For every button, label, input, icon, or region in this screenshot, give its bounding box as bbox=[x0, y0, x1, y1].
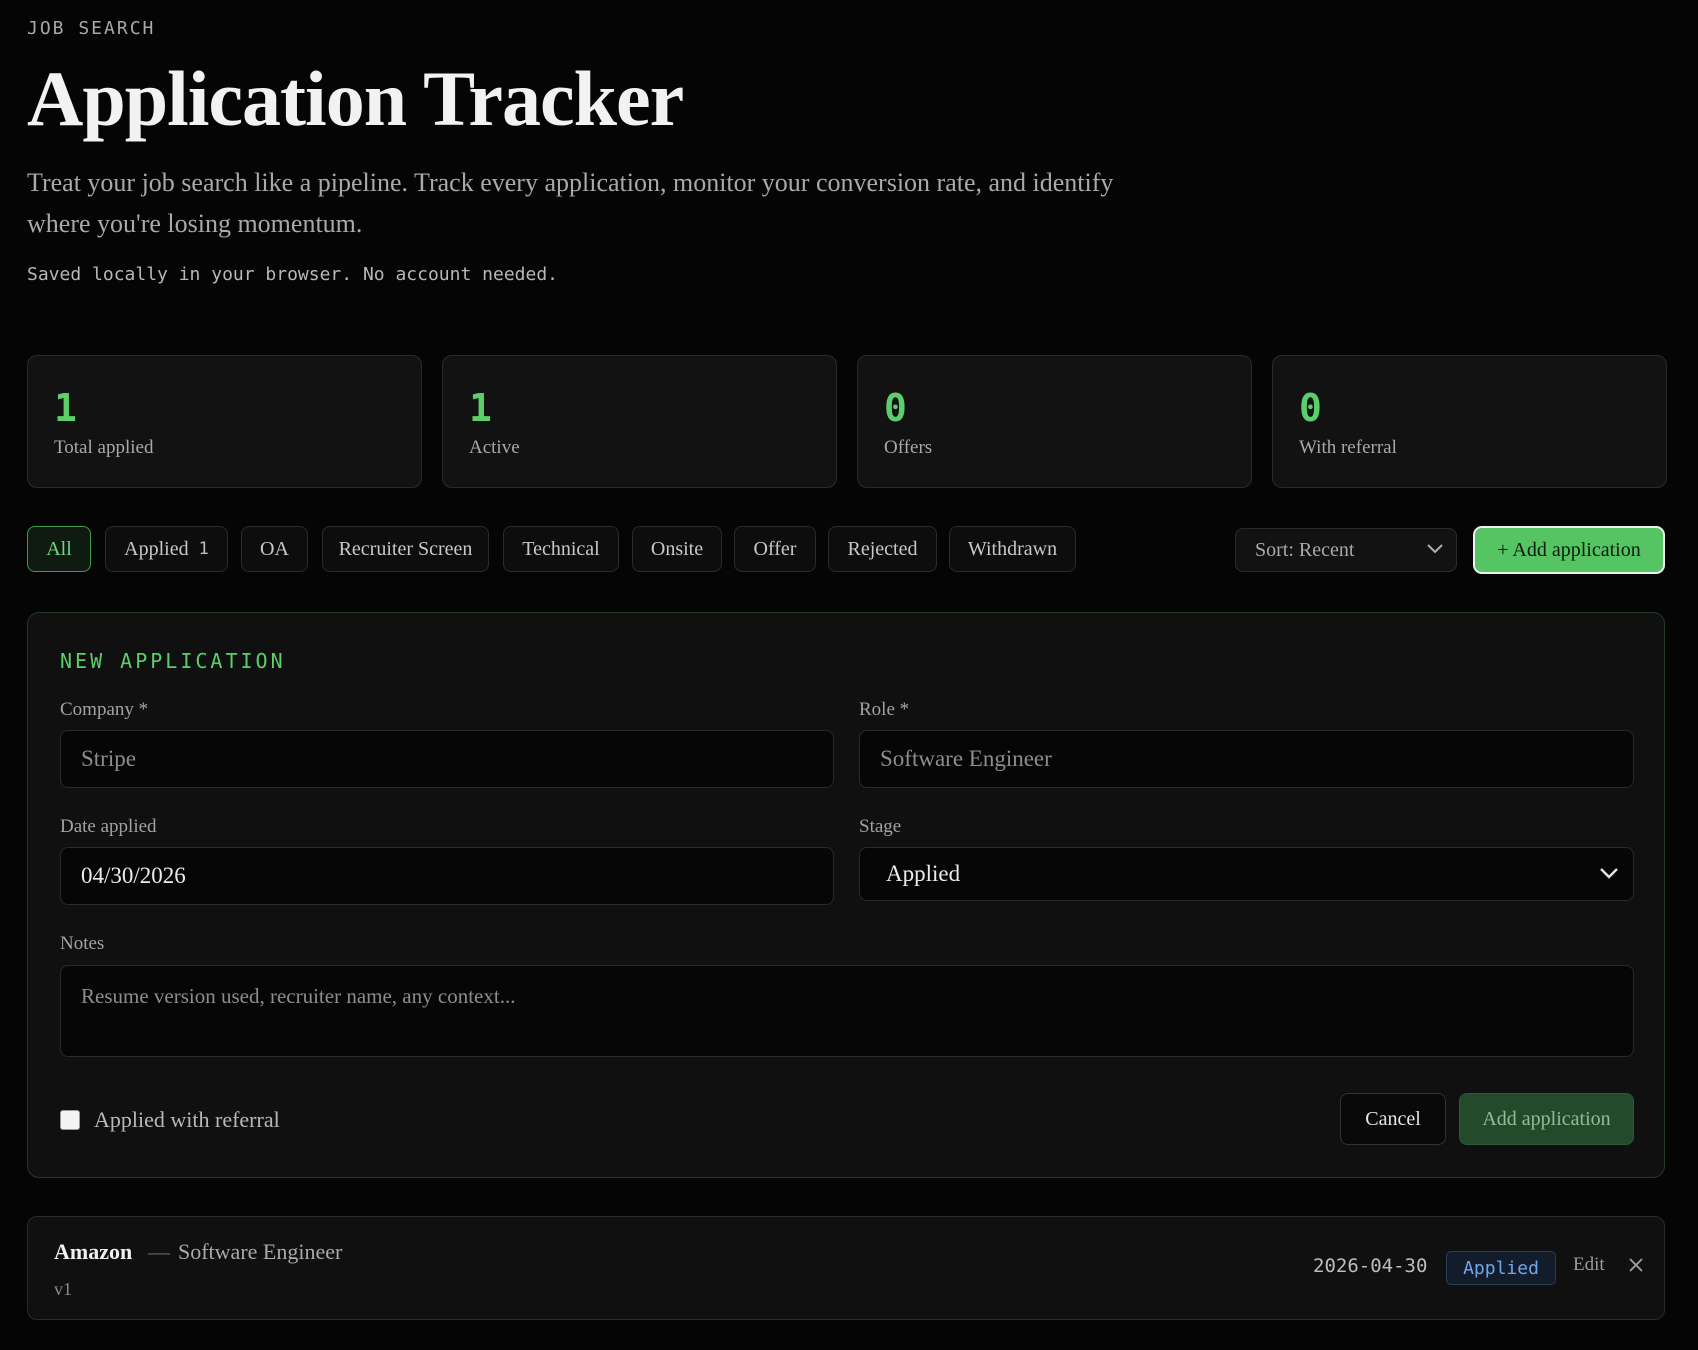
stat-label: Total applied bbox=[54, 437, 154, 458]
role-label: Role * bbox=[859, 699, 910, 720]
date-label: Date applied bbox=[60, 816, 157, 837]
stat-value: 0 bbox=[884, 386, 907, 430]
application-company: Amazon bbox=[54, 1239, 133, 1264]
application-row[interactable]: Amazon — Software Engineer v1 2026-04-30… bbox=[27, 1216, 1665, 1320]
sort-label: Sort: Recent bbox=[1255, 538, 1355, 561]
application-separator: — bbox=[148, 1239, 170, 1264]
filter-label: All bbox=[46, 537, 72, 560]
page-title: Application Tracker bbox=[27, 55, 684, 142]
add-application-button[interactable]: + Add application bbox=[1473, 526, 1665, 574]
application-role: Software Engineer bbox=[178, 1239, 343, 1264]
filter-label: Rejected bbox=[847, 537, 918, 560]
notes-textarea[interactable]: Resume version used, recruiter name, any… bbox=[60, 965, 1634, 1057]
filter-all[interactable]: All bbox=[27, 526, 91, 572]
close-icon[interactable] bbox=[1628, 1257, 1644, 1273]
role-input[interactable]: Software Engineer bbox=[859, 730, 1634, 788]
filter-count: 1 bbox=[198, 539, 209, 559]
filter-label: Offer bbox=[753, 537, 797, 560]
filter-label: Withdrawn bbox=[967, 537, 1058, 560]
filter-rejected[interactable]: Rejected bbox=[828, 526, 937, 572]
filter-label: OA bbox=[260, 537, 289, 560]
stat-value: 1 bbox=[54, 386, 77, 430]
filter-label: Onsite bbox=[650, 537, 704, 560]
stat-total-applied: 1 Total applied bbox=[27, 355, 422, 488]
stage-label: Stage bbox=[859, 816, 902, 837]
company-input[interactable]: Stripe bbox=[60, 730, 834, 788]
submit-application-button[interactable]: Add application bbox=[1459, 1093, 1634, 1145]
filter-label: Applied bbox=[124, 537, 189, 560]
stat-offers: 0 Offers bbox=[857, 355, 1252, 488]
stat-label: With referral bbox=[1299, 437, 1397, 458]
stat-value: 0 bbox=[1299, 386, 1322, 430]
filter-applied[interactable]: Applied 1 bbox=[105, 526, 228, 572]
stage-select[interactable]: Applied bbox=[859, 847, 1634, 901]
sort-select[interactable]: Sort: Recent bbox=[1235, 528, 1457, 572]
new-application-form: NEW APPLICATION Company * Stripe Role * … bbox=[27, 612, 1665, 1178]
company-label: Company * bbox=[60, 699, 149, 720]
cancel-button[interactable]: Cancel bbox=[1340, 1093, 1446, 1145]
stat-label: Active bbox=[469, 437, 520, 458]
filter-label: Recruiter Screen bbox=[338, 537, 473, 560]
filter-bar: All Applied 1 OA Recruiter Screen Techni… bbox=[27, 526, 1665, 576]
chevron-down-icon bbox=[1427, 544, 1443, 554]
filter-oa[interactable]: OA bbox=[241, 526, 308, 572]
filter-withdrawn[interactable]: Withdrawn bbox=[949, 526, 1076, 572]
saved-note: Saved locally in your browser. No accoun… bbox=[27, 264, 559, 285]
filter-offer[interactable]: Offer bbox=[734, 526, 816, 572]
stat-label: Offers bbox=[884, 437, 933, 458]
referral-checkbox[interactable] bbox=[60, 1110, 80, 1130]
referral-checkbox-row[interactable]: Applied with referral bbox=[60, 1107, 280, 1133]
status-badge: Applied bbox=[1446, 1251, 1556, 1285]
date-input[interactable]: 04/30/2026 bbox=[60, 847, 834, 905]
stats-row: 1 Total applied 1 Active 0 Offers 0 With… bbox=[27, 355, 1667, 488]
notes-label: Notes bbox=[60, 933, 105, 954]
filter-technical[interactable]: Technical bbox=[503, 526, 619, 572]
page-eyebrow: JOB SEARCH bbox=[27, 18, 156, 39]
filter-onsite[interactable]: Onsite bbox=[632, 526, 722, 572]
filter-label: Technical bbox=[522, 537, 600, 560]
edit-button[interactable]: Edit bbox=[1573, 1254, 1605, 1276]
stat-active: 1 Active bbox=[442, 355, 837, 488]
application-note: v1 bbox=[54, 1279, 72, 1299]
stat-value: 1 bbox=[469, 386, 492, 430]
referral-label: Applied with referral bbox=[94, 1107, 280, 1132]
filter-recruiter-screen[interactable]: Recruiter Screen bbox=[322, 526, 489, 572]
application-date: 2026-04-30 bbox=[1313, 1255, 1428, 1277]
stage-value: Applied bbox=[886, 861, 961, 886]
page-subtitle: Treat your job search like a pipeline. T… bbox=[27, 168, 1114, 238]
chevron-down-icon bbox=[1600, 868, 1618, 879]
form-title: NEW APPLICATION bbox=[60, 649, 286, 673]
stat-with-referral: 0 With referral bbox=[1272, 355, 1667, 488]
